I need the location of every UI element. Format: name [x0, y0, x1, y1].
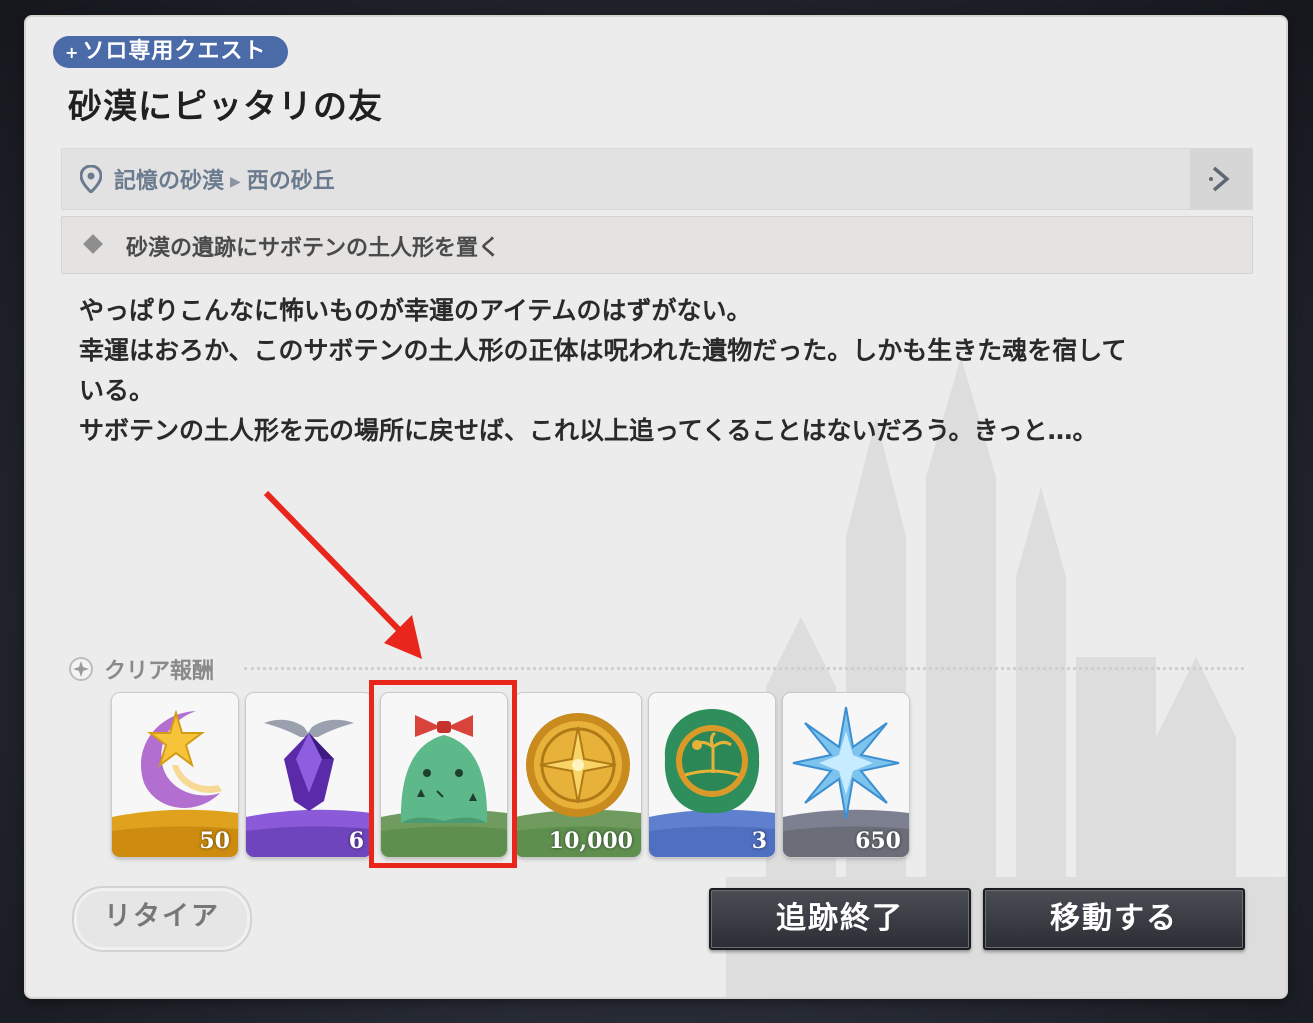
- objective-text: 砂漠の遺跡にサボテンの土人形を置く: [126, 236, 501, 261]
- reward-item[interactable]: [381, 693, 507, 857]
- move-button[interactable]: 移動する: [983, 888, 1245, 950]
- chevron-right-icon: [1209, 166, 1230, 192]
- location-breadcrumb: 記憶の砂漠 ▶ 西の砂丘: [114, 163, 335, 195]
- reward-quantity: 3: [751, 828, 767, 854]
- reward-quantity: 650: [855, 828, 901, 854]
- diamond-icon: [83, 234, 103, 254]
- reward-quantity: 6: [348, 828, 364, 854]
- divider: [244, 667, 1244, 670]
- reward-item[interactable]: 50: [112, 693, 238, 857]
- pointer-arrow-icon: [263, 490, 422, 659]
- solo-quest-badge: + ソロ専用クエスト: [53, 36, 289, 68]
- location-bar: 記憶の砂漠 ▶ 西の砂丘: [61, 148, 1253, 210]
- quest-description: やっぱりこんなに怖いものが幸運のアイテムのはずがない。 幸運はおろか、このサボテ…: [79, 291, 1229, 451]
- location-navigate-button[interactable]: [1190, 149, 1252, 209]
- breadcrumb-separator-icon: ▶: [230, 174, 241, 190]
- breadcrumb-region: 記憶の砂漠: [114, 169, 225, 194]
- breadcrumb-area: 西の砂丘: [246, 169, 335, 194]
- quest-title: 砂漠にピッタリの友: [68, 87, 383, 127]
- sparkle-icon: [69, 657, 93, 681]
- cactus-doll-icon: [381, 693, 507, 857]
- reward-item[interactable]: 3: [649, 693, 775, 857]
- retire-button[interactable]: リタイア: [72, 886, 252, 952]
- reward-item[interactable]: 10,000: [515, 693, 641, 857]
- description-line: やっぱりこんなに怖いものが幸運のアイテムのはずがない。: [79, 296, 752, 325]
- quest-objective: 砂漠の遺跡にサボテンの土人形を置く: [61, 216, 1253, 274]
- map-pin-icon: [79, 164, 103, 197]
- reward-quantity: 50: [199, 828, 230, 854]
- plus-icon: +: [65, 43, 80, 62]
- rewards-heading: クリア報酬: [68, 653, 214, 685]
- quest-panel: + ソロ専用クエスト 砂漠にピッタリの友 記憶の砂漠 ▶ 西の砂丘 砂漠の遺跡にサボテ…: [26, 17, 1286, 997]
- description-line: 幸運はおろか、このサボテンの土人形の正体は呪われた遺物だった。しかも生きた魂を宿…: [79, 336, 1127, 365]
- reward-item[interactable]: 6: [246, 693, 372, 857]
- description-line: いる。: [79, 376, 155, 405]
- description-line: サボテンの土人形を元の場所に戻せば、これ以上追ってくることはないだろう。きっと……: [79, 416, 1098, 445]
- stop-tracking-button[interactable]: 追跡終了: [709, 888, 971, 950]
- reward-item[interactable]: 650: [783, 693, 909, 857]
- reward-quantity: 10,000: [548, 828, 633, 854]
